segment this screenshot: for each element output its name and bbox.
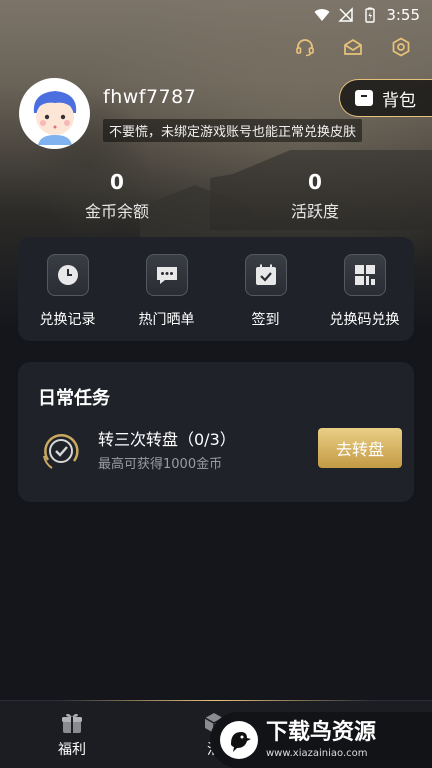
headset-icon[interactable] (294, 36, 316, 58)
bag-label: 背包 (382, 90, 416, 111)
wifi-icon (314, 9, 330, 21)
grid-code-icon (343, 254, 386, 296)
quick-action-check-in[interactable]: 签到 (221, 254, 311, 329)
avatar-illustration (33, 90, 76, 145)
watermark-title: 下载鸟资源 (266, 719, 377, 745)
watermark-url: www.xiazainiao.com (266, 747, 368, 759)
quick-action-label: 兑换记录 (39, 312, 96, 328)
coin-balance-value: 0 (110, 170, 124, 194)
go-spin-button[interactable]: 去转盘 (318, 428, 402, 468)
activity-stat: 0 活跃度 (255, 170, 375, 222)
no-signal-icon (338, 7, 354, 22)
quick-action-redeem-code[interactable]: 兑换码兑换 (320, 254, 410, 329)
status-time: 3:55 (386, 6, 420, 24)
settings-icon[interactable] (390, 36, 412, 58)
avatar[interactable] (19, 78, 90, 149)
bird-logo-icon (220, 721, 258, 759)
username: fhwf7787 (103, 86, 197, 108)
daily-tasks-title: 日常任务 (38, 388, 110, 409)
bind-notice: 不要慌，未绑定游戏账号也能正常兑换皮肤 (103, 119, 363, 142)
quick-action-label: 签到 (251, 312, 280, 328)
activity-label: 活跃度 (290, 202, 339, 221)
mail-icon[interactable] (342, 36, 364, 58)
task-check-icon (43, 433, 79, 469)
site-watermark: 下载鸟资源 www.xiazainiao.com (210, 712, 432, 768)
status-bar: 3:55 (0, 0, 432, 30)
daily-tasks-card: 日常任务 转三次转盘（0/3） 最高可获得1000金币 去转盘 (18, 362, 414, 502)
coin-balance-stat: 0 金币余额 (57, 170, 177, 222)
quick-action-exchange-history[interactable]: 兑换记录 (23, 254, 113, 329)
bag-icon (355, 90, 373, 106)
gift-icon (62, 713, 82, 733)
nav-label: 福利 (58, 742, 86, 758)
quick-actions-panel: 兑换记录 热门晒单 签到 兑换码兑换 (18, 237, 414, 341)
top-actions (294, 36, 412, 58)
nav-item-welfare[interactable]: 福利 (42, 711, 102, 759)
chat-icon (145, 254, 188, 296)
task-name: 转三次转盘（0/3） (98, 430, 236, 449)
nav-divider (60, 700, 372, 701)
battery-icon (365, 7, 376, 23)
calendar-check-icon (244, 254, 287, 296)
activity-value: 0 (308, 170, 322, 194)
bag-button[interactable]: 背包 (339, 79, 432, 117)
quick-action-label: 热门晒单 (138, 312, 195, 328)
quick-action-label: 兑换码兑换 (329, 312, 400, 328)
coin-balance-label: 金币余额 (84, 202, 149, 221)
clock-icon (46, 254, 89, 296)
quick-action-hot-showcase[interactable]: 热门晒单 (122, 254, 212, 329)
task-reward: 最高可获得1000金币 (98, 457, 223, 472)
